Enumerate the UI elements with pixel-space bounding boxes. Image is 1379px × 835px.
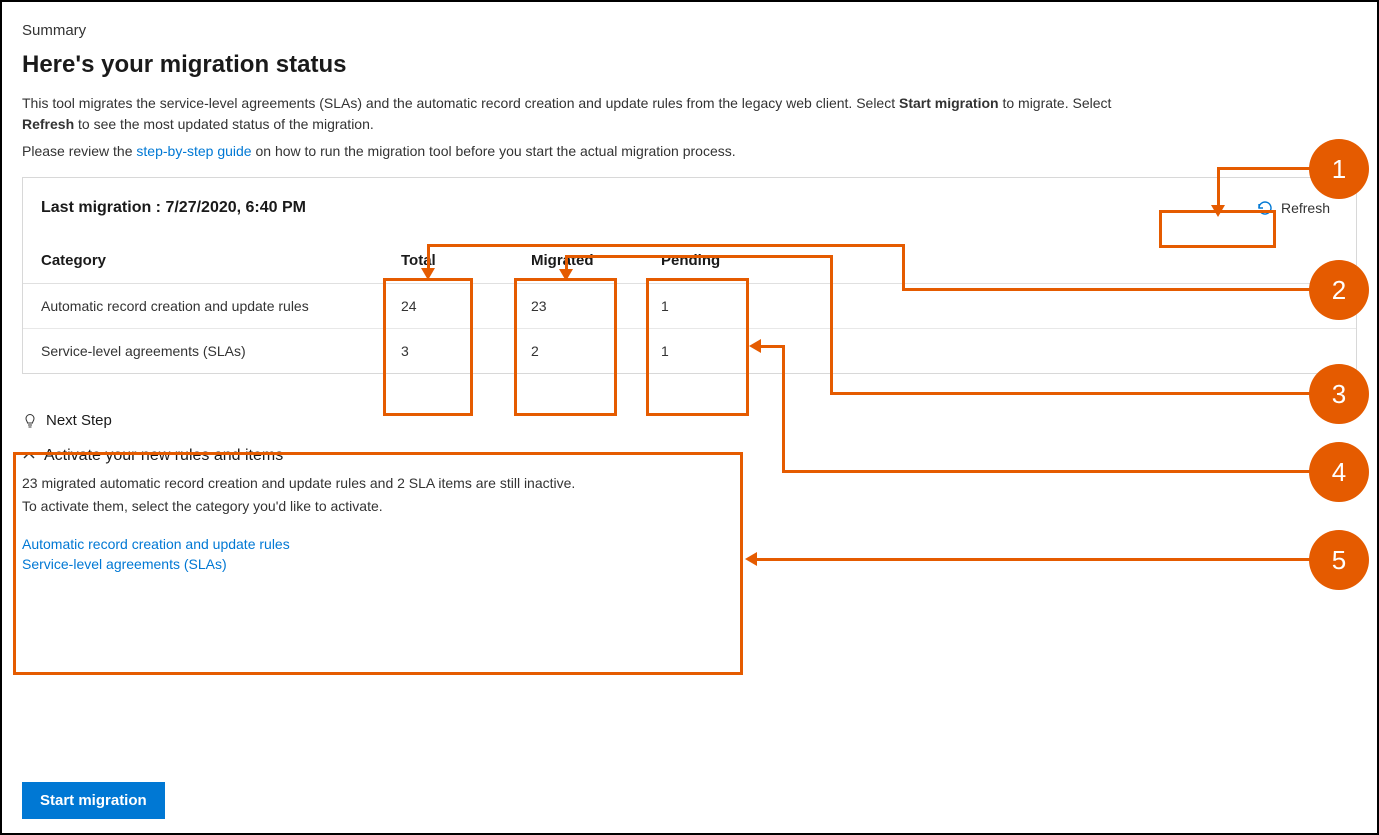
cell-category: Service-level agreements (SLAs) (23, 329, 383, 374)
next-step-label: Next Step (46, 412, 112, 429)
cell-migrated: 2 (513, 329, 643, 374)
desc-bold-refresh: Refresh (22, 116, 74, 132)
refresh-button-label: Refresh (1281, 200, 1330, 216)
annotation-circle-1: 1 (1309, 139, 1369, 199)
table-row: Service-level agreements (SLAs) 3 2 1 (23, 329, 1356, 374)
annotation-circle-2: 2 (1309, 260, 1369, 320)
next-step-section: Next Step Activate your new rules and it… (22, 404, 1357, 574)
activate-toggle[interactable]: Activate your new rules and items (22, 447, 1357, 465)
col-pending: Pending (643, 238, 773, 284)
activate-line1: 23 migrated automatic record creation an… (22, 473, 1357, 494)
activate-line2: To activate them, select the category yo… (22, 496, 1357, 517)
annotation-circle-4: 4 (1309, 442, 1369, 502)
desc-post: to see the most updated status of the mi… (74, 116, 374, 132)
link-sla[interactable]: Service-level agreements (SLAs) (22, 555, 1357, 575)
guide-text: Please review the step-by-step guide on … (22, 143, 1357, 159)
desc-mid: to migrate. Select (999, 95, 1112, 111)
migration-status-card: Last migration : 7/27/2020, 6:40 PM Refr… (22, 177, 1357, 374)
guide-post: on how to run the migration tool before … (252, 143, 736, 159)
last-migration-label: Last migration : 7/27/2020, 6:40 PM (41, 199, 306, 217)
desc-bold-start: Start migration (899, 95, 999, 111)
cell-pending: 1 (643, 284, 773, 329)
guide-pre: Please review the (22, 143, 136, 159)
refresh-icon (1257, 200, 1273, 216)
annotation-circle-5: 5 (1309, 530, 1369, 590)
col-migrated: Migrated (513, 238, 643, 284)
page-title: Here's your migration status (22, 51, 1357, 79)
step-by-step-guide-link[interactable]: step-by-step guide (136, 143, 251, 159)
cell-total: 24 (383, 284, 513, 329)
cell-migrated: 23 (513, 284, 643, 329)
description-text: This tool migrates the service-level agr… (22, 93, 1357, 135)
link-arc-rules[interactable]: Automatic record creation and update rul… (22, 535, 1357, 555)
summary-label: Summary (22, 22, 1357, 39)
cell-category: Automatic record creation and update rul… (23, 284, 383, 329)
chevron-up-icon (22, 449, 36, 463)
annotation-circle-3: 3 (1309, 364, 1369, 424)
start-migration-button[interactable]: Start migration (22, 782, 165, 819)
refresh-button[interactable]: Refresh (1249, 196, 1338, 220)
desc-pre: This tool migrates the service-level agr… (22, 95, 899, 111)
lightbulb-icon (22, 413, 38, 429)
col-category: Category (23, 238, 383, 284)
col-total: Total (383, 238, 513, 284)
activate-title: Activate your new rules and items (44, 447, 283, 465)
migration-status-table: Category Total Migrated Pending Automati… (23, 238, 1356, 373)
table-row: Automatic record creation and update rul… (23, 284, 1356, 329)
cell-total: 3 (383, 329, 513, 374)
